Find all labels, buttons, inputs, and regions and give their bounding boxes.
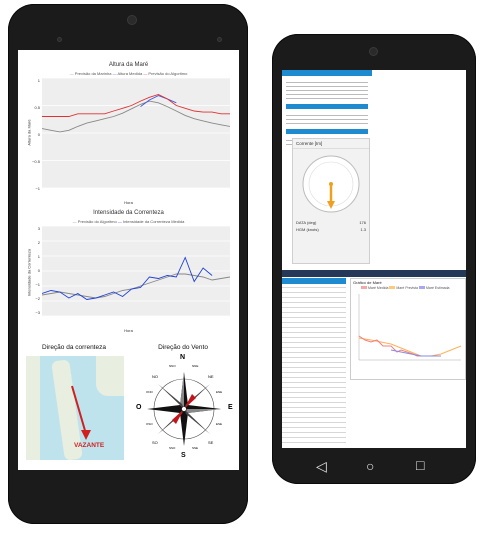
tide-table [282,278,346,446]
legend-item: Maré Estimada [425,286,450,290]
wind-minor-nne: NNE [192,364,199,368]
wind-intercardinal-se: SE [208,440,214,445]
compass-gauge-icon [302,155,360,213]
current-direction-map: VAZANTE [26,356,124,460]
legend-item: Previsão do Algoritmo [148,71,188,76]
gauge-row: DATA (deg) 176 [296,219,366,226]
tide-chart-panel: Gráfico de Maré Maré Medida Maré Previst… [350,278,466,380]
tide-chart-panel-title: Gráfico de Maré [353,280,382,285]
y-tick: −0.5 [32,159,40,164]
sensor-dot [218,38,221,41]
legend-item: Intensidade da Correnteza Medida [122,219,185,224]
wind-cardinal-e: E [228,404,233,411]
home-nav-button[interactable]: ○ [366,458,374,474]
wind-cardinal-n: N [180,354,186,361]
y-tick: 0.5 [34,105,40,110]
front-camera [128,16,136,24]
current-chart-title: Intensidade da Correnteza [93,210,164,216]
wind-minor-ene: ENE [216,390,223,394]
current-x-label: Hora [124,328,133,333]
tide-chart-panel-plot [358,294,462,361]
wind-minor-sse: SSE [192,446,199,450]
tide-chart-plot [42,78,230,188]
y-tick: 2 [37,240,40,245]
gauge-row-label: DATA (deg) [296,220,317,225]
tide-chart-legend: — Previsão da Marinha — Altura Medida — … [69,71,188,76]
y-tick: −2 [35,296,40,301]
panel-header [286,129,368,134]
right-screen: Corrente [Im] DATA (deg) 176 HGM (knots)… [282,70,466,448]
current-status-label: VAZANTE [74,442,105,449]
panel-header [286,104,368,109]
current-direction-title: Direção da correnteza [42,344,106,351]
current-y-ticks: 3 2 1 0 −1 −2 −3 [30,226,40,324]
panel-text-block [286,79,368,101]
dashboard-header: ALTURA DA MARÉ [282,270,466,284]
panel-text-block [286,112,368,126]
gauge-row-value: 176 [359,220,366,225]
front-camera [370,48,377,55]
current-gauge-panel: Corrente [Im] DATA (deg) 176 HGM (knots)… [292,138,370,264]
right-phone: Corrente [Im] DATA (deg) 176 HGM (knots)… [272,34,476,484]
y-tick: 1 [37,254,40,259]
tide-y-ticks: 1 0.5 0 −0.5 −1 [30,78,40,213]
gauge-row-value: 1.3 [360,227,366,232]
tide-dashboard: ALTURA DA MARÉ Gráfico de Maré Maré Medi… [282,270,466,448]
recent-apps-nav-button[interactable]: □ [416,457,424,473]
tide-x-label: Hora [124,200,133,205]
wind-minor-nno: NNO [169,364,176,368]
y-tick: −1 [35,282,40,287]
current-chart-plot [42,226,230,316]
back-nav-button[interactable]: ◁ [316,458,327,475]
y-tick: 0 [37,132,40,137]
sensor-dot [58,38,61,41]
legend-item: Altura Medida [117,71,143,76]
wind-minor-sso: SSO [169,446,176,450]
wind-rose-icon [147,372,221,446]
gauge-panel-title: Corrente [Im] [293,139,369,149]
y-tick: 3 [37,226,40,231]
wind-cardinal-s: S [181,452,186,459]
wind-intercardinal-so: SO [152,440,158,445]
wind-minor-ese: ESE [216,422,223,426]
wind-minor-ono: ONO [146,390,153,394]
wind-intercardinal-no: NO [152,374,158,379]
table-header [282,278,346,284]
tide-chart-panel-legend: Maré Medida Maré Prevista Maré Estimada [351,286,465,290]
gauge-row-label: HGM (knots) [296,227,319,232]
legend-item: Previsão do Algoritmo [77,219,117,224]
y-tick: 1 [37,78,40,83]
wind-minor-oso: OSO [146,422,153,426]
panel-header [282,70,372,76]
legend-item: Maré Prevista [396,286,418,290]
wind-intercardinal-ne: NE [208,374,214,379]
y-tick: 0 [37,268,40,273]
y-tick: −3 [35,310,40,315]
gauge-row: HGM (knots) 1.3 [296,226,366,233]
legend-item: Maré Medida [367,286,389,290]
wind-direction-title: Direção do Vento [158,344,208,351]
left-screen: Altura da Maré — Previsão da Marinha — A… [18,50,239,470]
left-phone: Altura da Maré — Previsão da Marinha — A… [8,4,248,524]
wind-cardinal-o: O [136,404,142,411]
tide-chart-title: Altura da Maré [108,62,149,68]
current-chart-legend: — Previsão do Algoritmo — Intensidade da… [72,219,185,224]
legend-item: Previsão da Marinha [74,71,112,76]
